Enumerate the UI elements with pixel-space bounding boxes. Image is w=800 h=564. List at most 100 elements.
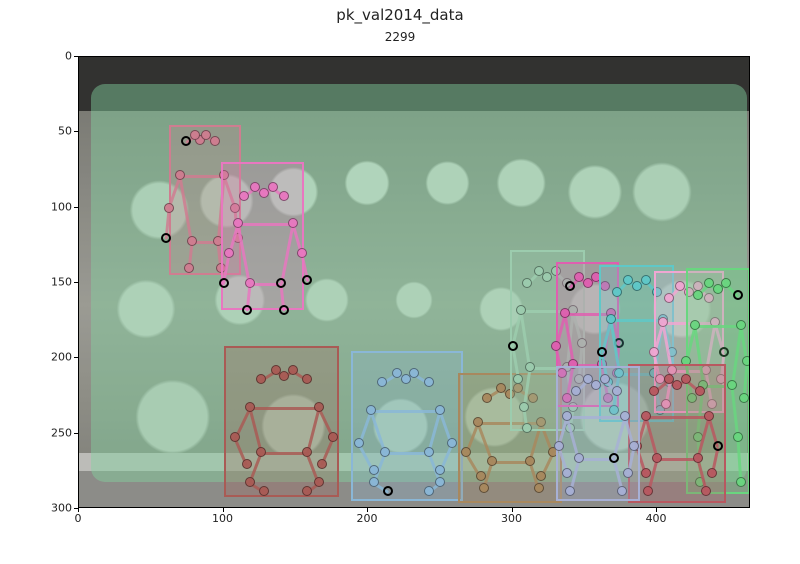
keypoint xyxy=(693,290,703,300)
keypoint xyxy=(534,266,544,276)
keypoint xyxy=(658,317,668,327)
keypoint xyxy=(620,411,630,421)
keypoint xyxy=(175,170,185,180)
keypoint xyxy=(302,447,312,457)
keypoint xyxy=(302,486,312,496)
keypoint xyxy=(377,377,387,387)
keypoint xyxy=(447,438,457,448)
keypoint xyxy=(574,453,584,463)
keypoint xyxy=(233,218,243,228)
figure-suptitle: pk_val2014_data xyxy=(0,6,800,24)
keypoint xyxy=(354,438,364,448)
keypoint xyxy=(704,411,714,421)
keypoint xyxy=(733,290,743,300)
keypoint xyxy=(727,380,737,390)
keypoint xyxy=(641,411,651,421)
keypoint xyxy=(675,281,685,291)
keypoint xyxy=(259,486,269,496)
keypoint xyxy=(317,459,327,469)
keypoint xyxy=(190,130,200,140)
keypoint xyxy=(609,453,619,463)
keypoint xyxy=(574,272,584,282)
skeleton-limb xyxy=(646,416,710,419)
keypoint xyxy=(736,320,746,330)
skeleton-limb xyxy=(238,223,293,226)
keypoint xyxy=(516,305,526,315)
keypoint xyxy=(271,365,281,375)
keypoint xyxy=(328,432,338,442)
keypoint xyxy=(181,136,191,146)
keypoint xyxy=(424,377,434,387)
keypoint xyxy=(513,374,523,384)
keypoint xyxy=(476,471,486,481)
keypoint xyxy=(693,453,703,463)
keypoint xyxy=(739,393,749,403)
axes-title: 2299 xyxy=(0,30,800,44)
keypoint xyxy=(690,320,700,330)
axes xyxy=(78,56,750,508)
keypoint xyxy=(551,341,561,351)
keypoint xyxy=(297,248,307,258)
keypoint xyxy=(721,278,731,288)
ytick-label: 300 xyxy=(51,502,72,515)
ytick-mark xyxy=(74,56,78,57)
keypoint xyxy=(649,347,659,357)
keypoint xyxy=(424,486,434,496)
keypoint xyxy=(629,441,639,451)
keypoint xyxy=(314,477,324,487)
xtick-label: 400 xyxy=(646,512,667,525)
keypoint xyxy=(164,203,174,213)
keypoint xyxy=(554,441,564,451)
keypoint xyxy=(242,459,252,469)
keypoint xyxy=(250,182,260,192)
keypoint xyxy=(701,486,711,496)
keypoint xyxy=(496,383,506,393)
ytick-label: 0 xyxy=(65,50,72,63)
xtick-label: 0 xyxy=(75,512,82,525)
skeleton-limb xyxy=(371,410,440,413)
keypoint xyxy=(623,275,633,285)
keypoint xyxy=(184,263,194,273)
keypoint xyxy=(525,362,535,372)
keypoint xyxy=(302,275,312,285)
keypoint xyxy=(525,456,535,466)
keypoint xyxy=(383,486,393,496)
keypoint xyxy=(617,486,627,496)
skeleton-limb xyxy=(657,458,697,461)
keypoint xyxy=(380,447,390,457)
keypoint xyxy=(695,386,705,396)
keypoint xyxy=(219,278,229,288)
ytick-label: 250 xyxy=(51,426,72,439)
keypoint xyxy=(461,447,471,457)
keypoint xyxy=(482,393,492,403)
xtick-label: 100 xyxy=(212,512,233,525)
keypoint xyxy=(230,432,240,442)
skeleton-limb xyxy=(385,452,428,455)
keypoint xyxy=(522,278,532,288)
keypoint xyxy=(268,182,278,192)
keypoint xyxy=(314,402,324,412)
xtick-label: 200 xyxy=(357,512,378,525)
keypoint xyxy=(733,432,743,442)
keypoint xyxy=(369,465,379,475)
keypoint xyxy=(522,423,532,433)
keypoint xyxy=(565,486,575,496)
keypoint xyxy=(224,248,234,258)
figure: pk_val2014_data 2299 0100200300400050100… xyxy=(0,0,800,564)
keypoint xyxy=(681,374,691,384)
keypoint xyxy=(606,314,616,324)
keypoint xyxy=(424,447,434,457)
keypoint xyxy=(435,465,445,475)
keypoint xyxy=(210,136,220,146)
ytick-mark xyxy=(74,131,78,132)
keypoint xyxy=(161,233,171,243)
keypoint xyxy=(479,483,489,493)
skeleton-limb xyxy=(261,452,307,455)
keypoint xyxy=(256,374,266,384)
keypoint xyxy=(366,405,376,415)
keypoint xyxy=(392,368,402,378)
keypoint xyxy=(560,308,570,318)
skeleton-limb xyxy=(567,416,625,419)
skeleton-limb xyxy=(180,175,223,178)
ytick-label: 200 xyxy=(51,351,72,364)
